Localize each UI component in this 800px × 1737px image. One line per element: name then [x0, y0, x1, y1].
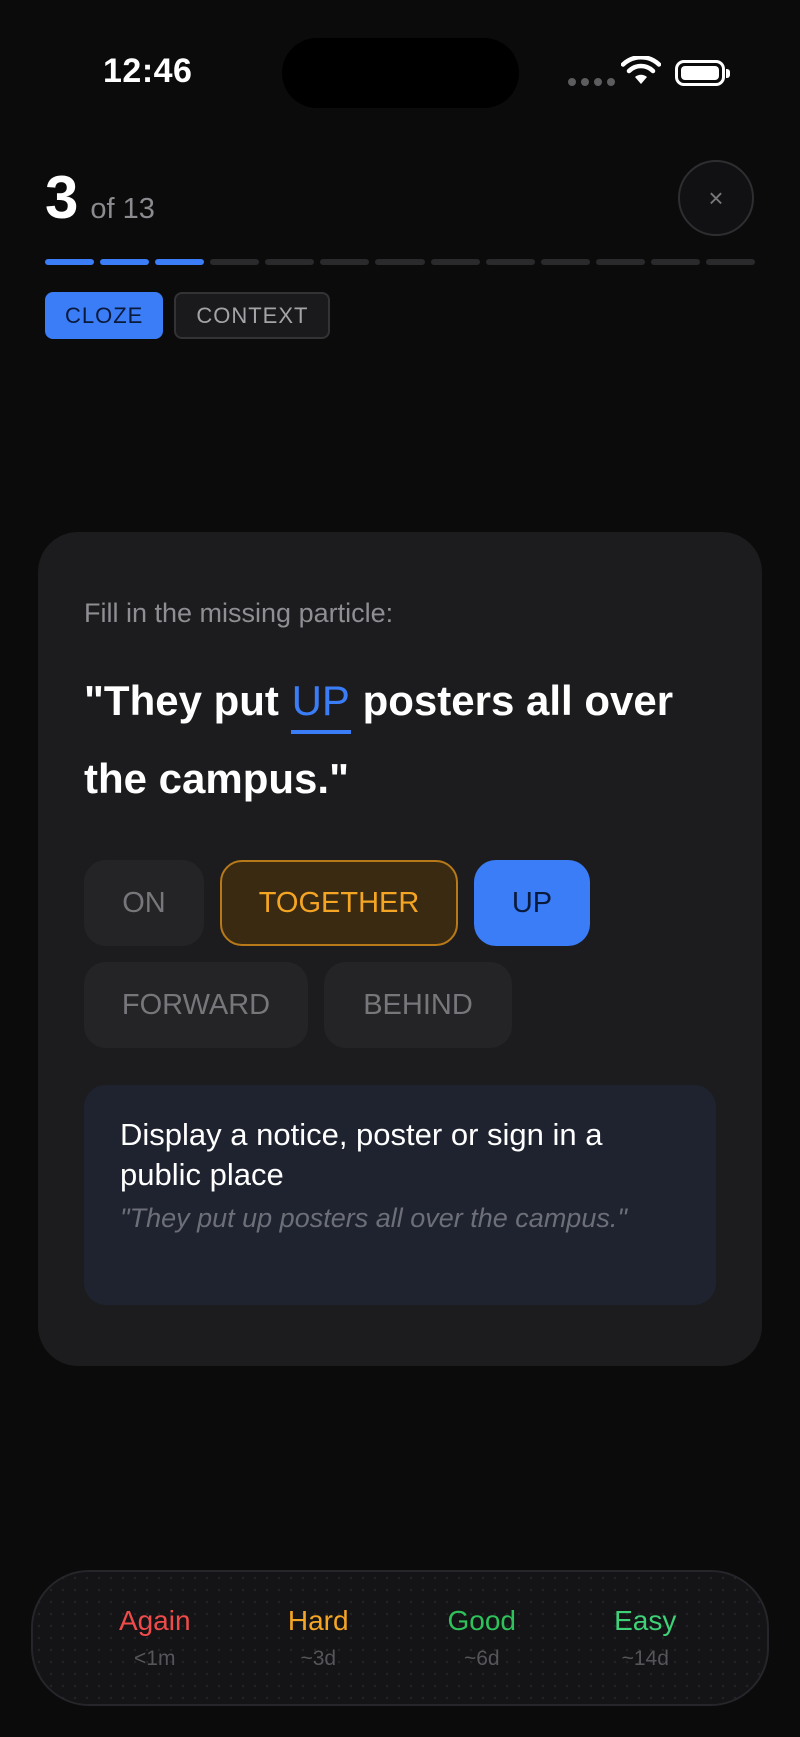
rating-easy-button[interactable]: Easy ~14d — [575, 1605, 715, 1671]
progress-bar — [45, 259, 756, 265]
progress-segment — [265, 259, 315, 265]
definition-box: Display a notice, poster or sign in a pu… — [84, 1085, 716, 1305]
option-forward[interactable]: FORWARD — [84, 962, 308, 1048]
progress-segment — [375, 259, 425, 265]
option-up[interactable]: UP — [474, 860, 590, 946]
wifi-icon — [621, 56, 661, 84]
total-card-count: 13 — [122, 193, 155, 225]
cloze-answer: UP — [290, 672, 351, 734]
status-bar: 12:46 — [0, 0, 800, 120]
progress-segment — [705, 259, 756, 265]
rating-interval: ~6d — [463, 1647, 500, 1670]
progress-counter: 3 of 13 — [45, 168, 155, 228]
progress-segment — [650, 259, 700, 265]
example-sentence: "They put up posters all over the campus… — [120, 1203, 627, 1233]
rating-hard-button[interactable]: Hard ~3d — [248, 1605, 388, 1671]
progress-segment — [155, 259, 205, 265]
counter-of-label: of — [90, 193, 115, 225]
progress-segment — [430, 259, 480, 265]
question-prompt: Fill in the missing particle: — [84, 598, 394, 628]
tab-context[interactable]: CONTEXT — [174, 292, 331, 339]
option-behind[interactable]: BEHIND — [324, 962, 512, 1048]
rating-bar: Again <1m Hard ~3d Good ~6d Easy ~14d — [31, 1570, 769, 1706]
progress-segment — [45, 259, 95, 265]
tab-cloze[interactable]: CLOZE — [45, 292, 164, 339]
cloze-sentence: "They put UP posters all over the campus… — [84, 662, 724, 818]
flashcard: Fill in the missing particle: "They put … — [38, 532, 762, 1366]
sentence-before: "They put — [84, 677, 291, 724]
option-together[interactable]: TOGETHER — [220, 860, 458, 946]
rating-interval: ~14d — [621, 1647, 669, 1670]
answer-options: ON TOGETHER UP FORWARD BEHIND — [84, 860, 724, 1048]
rating-label: Easy — [614, 1605, 677, 1636]
status-time: 12:46 — [103, 52, 193, 90]
rating-good-button[interactable]: Good ~6d — [412, 1605, 552, 1671]
rating-label: Good — [447, 1605, 517, 1636]
option-on[interactable]: ON — [84, 860, 204, 946]
battery-icon — [675, 60, 730, 86]
progress-segment — [540, 259, 590, 265]
close-button[interactable]: × — [678, 160, 754, 236]
progress-segment — [100, 259, 150, 265]
rating-interval: <1m — [134, 1647, 176, 1670]
rating-interval: ~3d — [300, 1647, 337, 1670]
dynamic-island — [282, 38, 519, 108]
rating-label: Hard — [287, 1605, 349, 1636]
progress-segment — [595, 259, 645, 265]
current-card-number: 3 — [45, 164, 79, 231]
progress-segment — [485, 259, 535, 265]
mode-tabs: CLOZE CONTEXT — [45, 292, 331, 339]
definition-text: Display a notice, poster or sign in a pu… — [120, 1117, 603, 1192]
progress-segment — [320, 259, 370, 265]
rating-again-button[interactable]: Again <1m — [85, 1605, 225, 1671]
cellular-signal-icon — [568, 78, 615, 86]
rating-label: Again — [118, 1605, 191, 1636]
progress-segment — [210, 259, 260, 265]
close-icon: × — [708, 182, 724, 213]
